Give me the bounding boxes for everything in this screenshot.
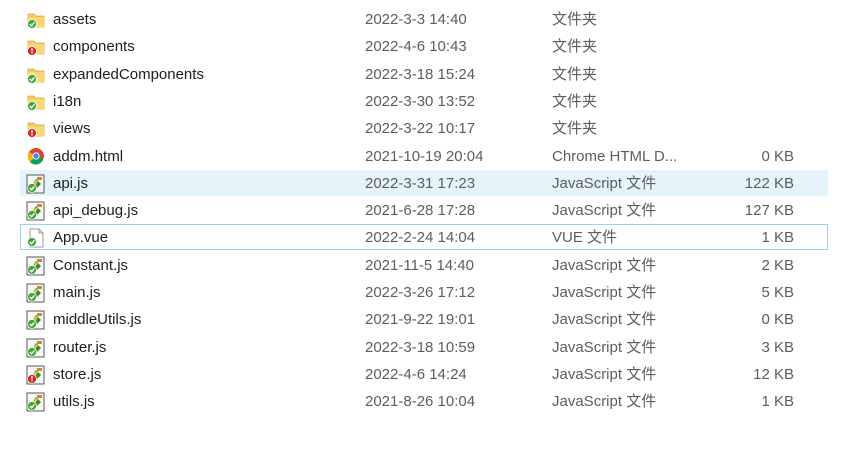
js-file-ok-icon [26,256,46,276]
file-type: JavaScript 文件 [552,393,657,411]
file-type: JavaScript 文件 [552,284,657,301]
file-date: 2022-3-26 17:12 [365,284,476,301]
file-name: utils.js [53,393,95,411]
file-row[interactable]: addm.html 2021-10-19 20:04 Chrome HTML D..… [20,143,828,169]
file-row[interactable]: utils.js 2021-8-26 10:04 JavaScript 文件 1 KB [20,388,828,414]
file-date: 2022-3-31 17:23 [365,174,476,192]
file-row[interactable]: components 2022-4-6 10:43 文件夹 [20,33,828,59]
file-date: 2022-4-6 14:24 [365,365,467,383]
file-size: 2 KB [761,256,794,274]
file-name: store.js [53,365,102,383]
file-row[interactable]: expandedComponents 2022-3-18 15:24 文件夹 [20,61,828,87]
file-row[interactable]: views 2022-3-22 10:17 文件夹 [20,115,828,141]
file-row[interactable]: Constant.js 2021-11-5 14:40 JavaScript 文件 2… [20,252,828,278]
file-date: 2022-4-6 10:43 [365,38,467,56]
file-type: JavaScript 文件 [552,202,657,220]
folder-ok-icon [26,65,46,85]
file-size: 1 KB [761,393,794,411]
file-date: 2021-8-26 10:04 [365,393,476,411]
js-file-ok-icon [26,201,46,221]
file-row[interactable]: api_debug.js 2021-6-28 17:28 JavaScript 文件… [20,197,828,223]
js-file-ok-icon [26,338,46,358]
file-row[interactable]: middleUtils.js 2021-9-22 19:01 JavaScript … [20,306,828,332]
file-name: views [53,120,91,138]
file-date: 2022-3-22 10:17 [365,120,476,138]
file-date: 2022-3-18 15:24 [365,65,476,83]
js-file-ok-icon [26,283,46,303]
file-type: Chrome HTML D... [552,147,678,165]
file-row[interactable]: App.vue 2022-2-24 14:04 VUE 文件 1 KB [20,224,828,251]
file-name: i18n [53,92,82,110]
file-row[interactable]: api.js 2022-3-31 17:23 JavaScript 文件 122 KB [20,169,828,196]
js-file-conflict-icon [26,365,46,385]
file-date: 2021-10-19 20:04 [365,147,484,165]
file-name: router.js [53,338,107,356]
file-type: JavaScript 文件 [552,311,657,329]
file-date: 2022-3-30 13:52 [365,92,476,110]
file-type: 文件夹 [552,120,598,138]
file-size: 1 KB [761,229,794,247]
file-row[interactable]: store.js 2022-4-6 14:24 JavaScript 文件 12 KB [20,361,828,387]
file-size: 0 KB [761,311,794,329]
file-date: 2021-11-5 14:40 [365,256,474,274]
file-type: JavaScript 文件 [552,256,657,274]
file-type: 文件夹 [552,38,598,56]
file-size: 3 KB [761,338,794,356]
file-row[interactable]: router.js 2022-3-18 10:59 JavaScript 文件 3 K… [20,334,828,360]
folder-ok-icon [26,10,46,30]
file-name: main.js [53,284,101,301]
file-name: App.vue [53,229,109,247]
file-type: JavaScript 文件 [552,365,657,383]
file-row[interactable]: i18n 2022-3-30 13:52 文件夹 [20,88,828,114]
file-type: JavaScript 文件 [552,338,657,356]
file-size: 127 KB [744,202,794,220]
file-size: 12 KB [753,365,794,383]
js-file-ok-icon [26,392,46,412]
file-date: 2022-3-18 10:59 [365,338,476,356]
file-type: JavaScript 文件 [552,174,657,192]
js-file-ok-icon [26,310,46,330]
file-size: 122 KB [744,174,794,192]
file-size: 0 KB [761,147,794,165]
file-date: 2021-9-22 19:01 [365,311,476,329]
file-type: VUE 文件 [552,229,618,247]
file-name: api_debug.js [53,202,139,220]
file-name: assets [53,11,97,28]
file-name: Constant.js [53,256,129,274]
file-date: 2021-6-28 17:28 [365,202,476,220]
file-date: 2022-2-24 14:04 [365,229,476,247]
file-name: expandedComponents [53,65,204,83]
file-type: 文件夹 [552,92,598,110]
folder-conflict-icon [26,119,46,139]
chrome-html-icon [26,147,46,167]
file-row[interactable]: main.js 2022-3-26 17:12 JavaScript 文件 5 KB [20,279,828,305]
folder-conflict-icon [26,37,46,57]
file-name: addm.html [53,147,124,165]
file-name: components [53,38,135,56]
file-size: 5 KB [761,284,794,301]
file-date: 2022-3-3 14:40 [365,11,467,28]
file-name: middleUtils.js [53,311,142,329]
js-file-ok-icon [26,174,46,194]
folder-ok-icon [26,92,46,112]
file-type: 文件夹 [552,65,598,83]
file-name: api.js [53,174,89,192]
file-row[interactable]: assets 2022-3-3 14:40 文件夹 [20,6,828,32]
file-type: 文件夹 [552,11,598,28]
vue-file-ok-icon [26,228,46,248]
